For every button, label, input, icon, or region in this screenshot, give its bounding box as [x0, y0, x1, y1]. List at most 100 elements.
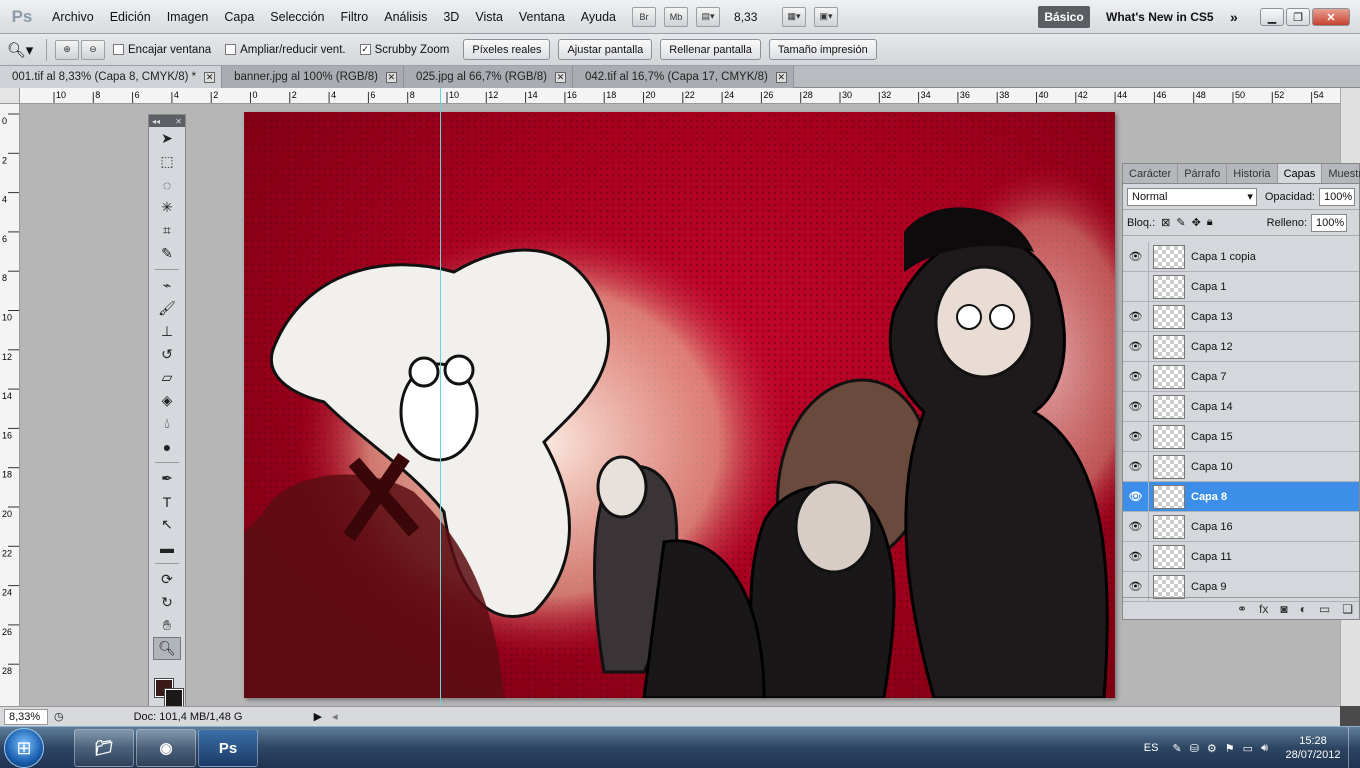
tab-parrafo[interactable]: Párrafo	[1178, 164, 1228, 183]
crop-tool[interactable]: ⌗	[149, 219, 185, 242]
bridge-button[interactable]: Br	[632, 6, 657, 27]
lock-position-icon[interactable]: ✥	[1192, 216, 1201, 229]
menu-seleccion[interactable]: Selección	[262, 0, 332, 34]
layer-thumbnail[interactable]	[1153, 244, 1185, 269]
layer-thumbnail[interactable]	[1153, 424, 1185, 449]
visibility-toggle[interactable]: 👁︎	[1123, 511, 1149, 542]
volume-icon[interactable]: 🔊︎	[1261, 742, 1268, 755]
workspace-basic-button[interactable]: Básico	[1038, 6, 1090, 28]
visibility-toggle[interactable]: 👁︎	[1123, 451, 1149, 482]
film-strip-button[interactable]: ▤▾	[696, 6, 721, 27]
layer-thumbnail[interactable]	[1153, 304, 1185, 329]
checkbox-box[interactable]	[113, 44, 124, 55]
layer-thumbnail[interactable]	[1153, 514, 1185, 539]
path-selection-tool[interactable]: ↖	[149, 513, 185, 536]
scroll-left-icon[interactable]: ◂	[332, 710, 338, 723]
background-color-swatch[interactable]	[164, 688, 184, 708]
layer-thumbnail[interactable]	[1153, 544, 1185, 569]
layer-row[interactable]: 👁︎ Capa 13	[1123, 301, 1359, 332]
blend-mode-select[interactable]: Normal ▾	[1127, 187, 1257, 206]
lasso-tool[interactable]: ◌	[149, 173, 185, 196]
menu-archivo[interactable]: Archivo	[44, 0, 102, 34]
doc-tab-042[interactable]: 042.tif al 16,7% (Capa 17, CMYK/8) ✕	[572, 66, 794, 88]
visibility-toggle[interactable]: 👁︎	[1123, 421, 1149, 452]
lock-all-icon[interactable]: 🔒︎	[1207, 216, 1213, 229]
quick-selection-tool[interactable]: ✳	[149, 196, 185, 219]
arrange-documents-button[interactable]: ▦▾	[782, 6, 807, 27]
tab-capas[interactable]: Capas	[1277, 164, 1323, 183]
tab-historia[interactable]: Historia	[1227, 164, 1278, 183]
tray-network-icon[interactable]: ⛁	[1190, 742, 1199, 755]
close-panel-icon[interactable]: ✕	[175, 117, 182, 126]
minimize-button[interactable]: ▁	[1260, 8, 1284, 26]
tray-settings-icon[interactable]: ⚙	[1207, 742, 1217, 755]
mini-bridge-button[interactable]: Mb	[664, 6, 689, 27]
checkbox-box-checked[interactable]: ✓	[359, 44, 371, 55]
vertical-guide[interactable]	[440, 88, 441, 706]
visibility-toggle[interactable]: 👁︎	[1123, 541, 1149, 572]
resize-windows-checkbox[interactable]: Encajar ventana	[113, 44, 211, 56]
menu-ayuda[interactable]: Ayuda	[573, 0, 624, 34]
doc-tab-001[interactable]: 001.tif al 8,33% (Capa 8, CMYK/8) * ✕	[0, 66, 223, 88]
new-layer-icon[interactable]: ❏	[1342, 602, 1353, 616]
collapse-icon[interactable]: ◂◂	[152, 117, 160, 126]
screen-mode-button[interactable]: ▣▾	[814, 6, 839, 27]
layer-thumbnail[interactable]	[1153, 484, 1185, 509]
tab-caracter[interactable]: Carácter	[1123, 164, 1179, 183]
rectangle-tool[interactable]: ▬	[149, 536, 185, 559]
brush-tool[interactable]: 🖌︎	[149, 297, 185, 320]
vertical-ruler[interactable]: 0246810121416182022242628	[0, 104, 20, 706]
layer-row[interactable]: 👁︎ Capa 15	[1123, 421, 1359, 452]
menu-vista[interactable]: Vista	[467, 0, 511, 34]
document-artwork[interactable]	[244, 112, 1115, 698]
menu-3d[interactable]: 3D	[435, 0, 467, 34]
flag-icon[interactable]: ⚑	[1225, 742, 1235, 755]
layer-row[interactable]: 👁︎ Capa 1 copia	[1123, 241, 1359, 272]
layer-row[interactable]: 👁︎ Capa 11	[1123, 541, 1359, 572]
monitor-icon[interactable]: ▭	[1243, 742, 1253, 755]
layer-thumbnail[interactable]	[1153, 274, 1185, 299]
checkbox-box[interactable]	[225, 44, 237, 55]
visibility-toggle[interactable]: 👁︎	[1123, 361, 1149, 392]
healing-brush-tool[interactable]: ⌁	[149, 274, 185, 297]
3d-rotate-tool[interactable]: ⟳	[149, 568, 185, 591]
layer-row[interactable]: Capa 1	[1123, 271, 1359, 302]
marquee-tool[interactable]: ⬚	[149, 150, 185, 173]
zoom-out-button[interactable]: ⊖	[81, 39, 105, 60]
tray-app-icon[interactable]: ✎	[1172, 742, 1181, 755]
tab-muestras[interactable]: Muestras	[1322, 164, 1360, 183]
taskbar-firefox[interactable]: ◉	[136, 729, 196, 767]
blur-tool[interactable]: 💧︎	[149, 412, 185, 435]
status-arrow-icon[interactable]: ▶	[314, 710, 322, 723]
layer-row[interactable]: 👁︎ Capa 8	[1123, 481, 1359, 512]
close-tab-icon[interactable]: ✕	[775, 71, 787, 83]
status-menu-icon[interactable]: ◷	[54, 710, 64, 723]
layer-thumbnail[interactable]	[1153, 394, 1185, 419]
history-brush-tool[interactable]: ↺	[149, 343, 185, 366]
zoom-tool[interactable]: 🔍︎	[153, 637, 181, 660]
layer-row[interactable]: 👁︎ Capa 7	[1123, 361, 1359, 392]
print-size-button[interactable]: Tamaño impresión	[768, 39, 877, 60]
paint-bucket-tool[interactable]: ◈	[149, 389, 185, 412]
visibility-toggle[interactable]: 👁︎	[1123, 301, 1149, 332]
layer-row[interactable]: 👁︎ Capa 14	[1123, 391, 1359, 422]
fill-screen-button[interactable]: Rellenar pantalla	[660, 39, 761, 60]
move-tool[interactable]: ➤	[149, 127, 185, 150]
visibility-toggle[interactable]: 👁︎	[1123, 331, 1149, 362]
layer-thumbnail[interactable]	[1153, 364, 1185, 389]
link-layers-icon[interactable]: ⚭	[1237, 602, 1247, 616]
scrubby-zoom-checkbox[interactable]: ✓ Scrubby Zoom	[359, 44, 449, 56]
status-zoom-field[interactable]: 8,33%	[4, 708, 48, 725]
menu-imagen[interactable]: Imagen	[159, 0, 217, 34]
start-button[interactable]: ⊞	[4, 728, 44, 768]
close-tab-icon[interactable]: ✕	[385, 71, 397, 83]
language-indicator[interactable]: ES	[1144, 742, 1159, 754]
whats-new-link[interactable]: What's New in CS5	[1106, 6, 1214, 28]
doc-tab-025[interactable]: 025.jpg al 66,7% (RGB/8) ✕	[403, 66, 573, 88]
restore-button[interactable]: ❐	[1286, 8, 1310, 26]
fx-icon[interactable]: fx	[1259, 602, 1268, 616]
layer-row[interactable]: 👁︎ Capa 10	[1123, 451, 1359, 482]
menu-edicion[interactable]: Edición	[102, 0, 159, 34]
visibility-toggle[interactable]: 👁︎	[1123, 391, 1149, 422]
clone-stamp-tool[interactable]: ⊥	[149, 320, 185, 343]
